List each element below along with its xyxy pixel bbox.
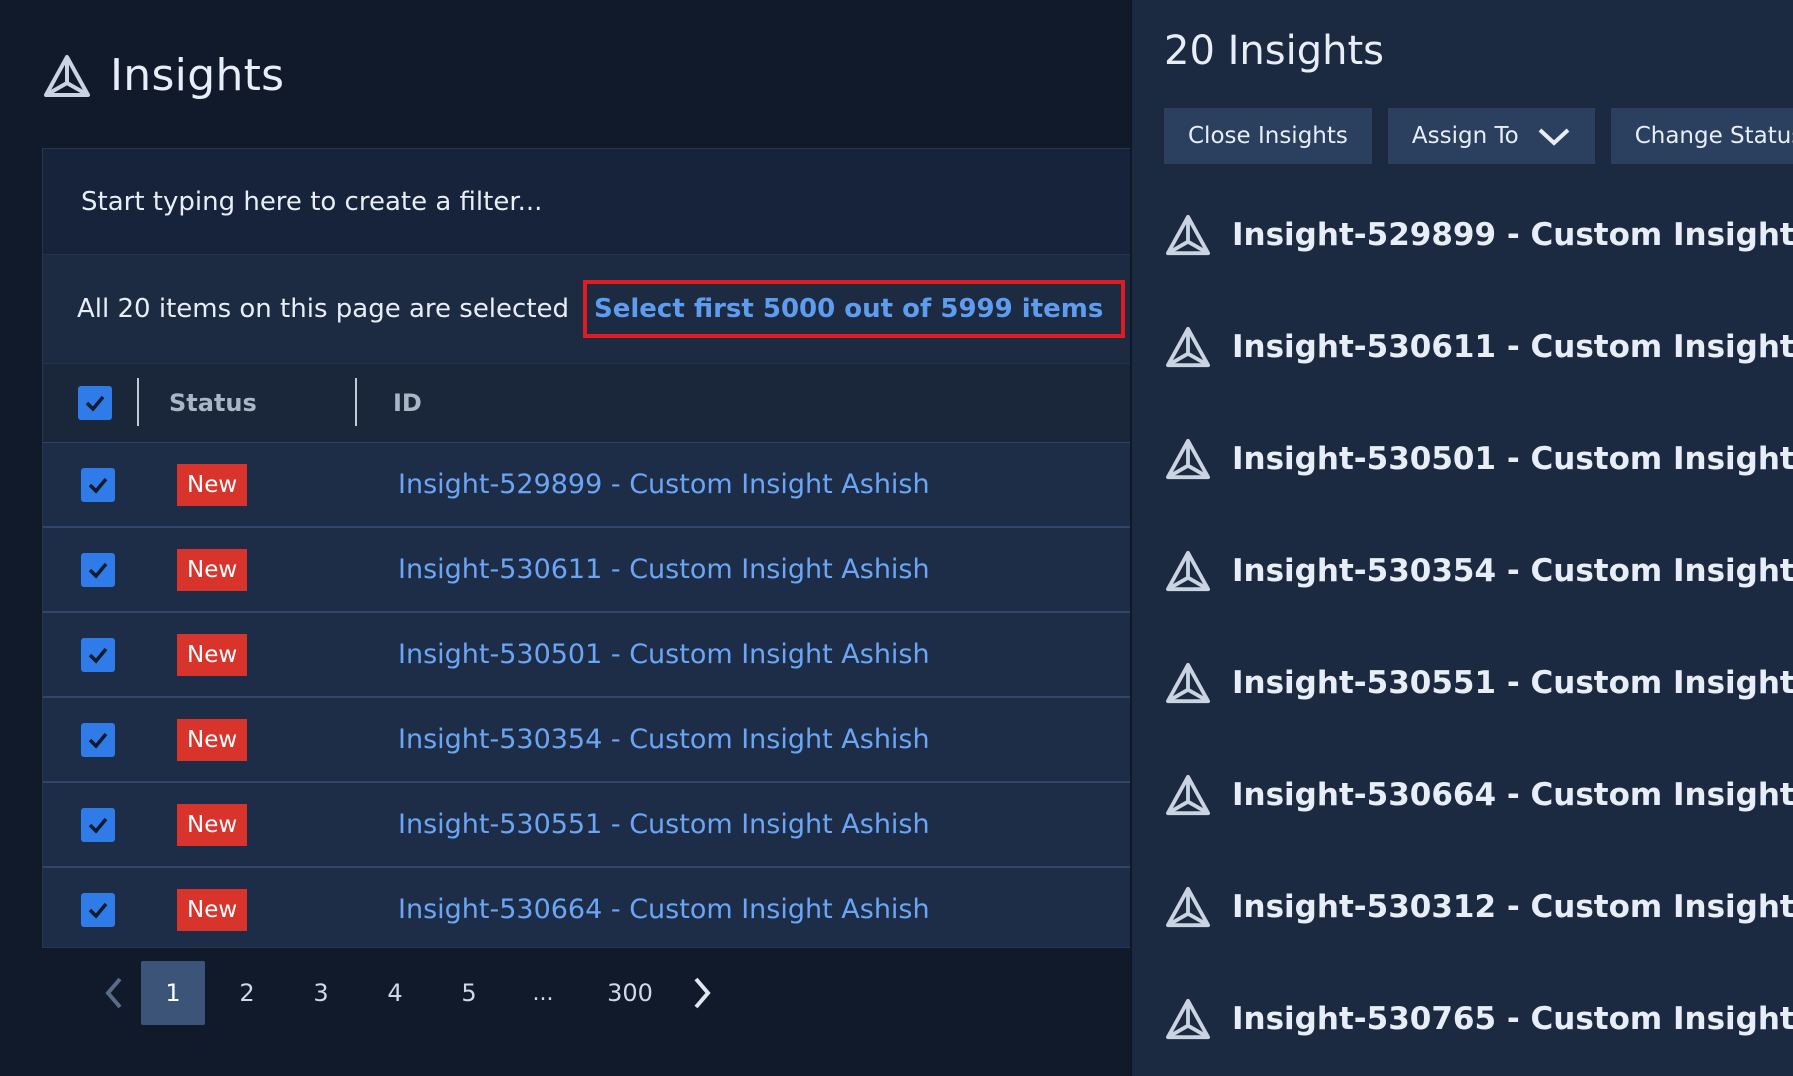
insight-link[interactable]: Insight-529899 - Custom Insight Ashish bbox=[363, 469, 930, 500]
status-badge: New bbox=[177, 718, 248, 761]
insight-triangle-icon bbox=[1164, 765, 1212, 817]
status-badge: New bbox=[177, 633, 248, 676]
table-row[interactable]: New Insight-530664 - Custom Insight Ashi… bbox=[43, 868, 1130, 947]
insight-title: Insight-530765 - Custom Insight Ashish bbox=[1232, 1001, 1793, 1037]
check-icon bbox=[88, 477, 108, 494]
change-status-button[interactable]: Change Status bbox=[1610, 108, 1793, 164]
row-checkbox[interactable] bbox=[81, 637, 115, 672]
selection-status-text: All 20 items on this page are selected bbox=[77, 294, 570, 324]
insight-triangle-icon bbox=[42, 53, 92, 99]
status-badge: New bbox=[177, 803, 248, 846]
chevron-right-icon bbox=[694, 977, 711, 1009]
bulk-action-panel: 20 Insights Close Insights Assign To Cha… bbox=[1130, 0, 1793, 1076]
row-checkbox[interactable] bbox=[81, 552, 115, 587]
table-row[interactable]: New Insight-529899 - Custom Insight Ashi… bbox=[43, 443, 1130, 528]
check-icon bbox=[88, 732, 108, 749]
previous-page-button[interactable] bbox=[92, 960, 136, 1026]
insights-list-pane: Insights Start typing here to create a f… bbox=[0, 0, 1130, 1076]
header-checkbox-cell bbox=[43, 364, 147, 442]
insight-title: Insight-530611 - Custom Insight Ashish bbox=[1232, 329, 1793, 365]
close-insights-label: Close Insights bbox=[1188, 123, 1348, 149]
insights-table-card: Start typing here to create a filter... … bbox=[42, 148, 1130, 948]
list-item: Insight-530664 - Custom Insight Ashish bbox=[1164, 765, 1793, 877]
check-icon bbox=[88, 817, 108, 834]
insight-link[interactable]: Insight-530501 - Custom Insight Ashish bbox=[363, 639, 930, 670]
insight-triangle-icon bbox=[1164, 653, 1212, 705]
table-header: Status ID bbox=[43, 364, 1130, 443]
filter-input[interactable]: Start typing here to create a filter... bbox=[81, 187, 542, 217]
filter-bar[interactable]: Start typing here to create a filter... bbox=[43, 149, 1130, 255]
insight-triangle-icon bbox=[1164, 317, 1212, 369]
list-item: Insight-530312 - Custom Insight Ashish bbox=[1164, 877, 1793, 989]
list-item: Insight-530551 - Custom Insight Ashish bbox=[1164, 653, 1793, 765]
insight-triangle-icon bbox=[1164, 205, 1212, 257]
change-status-label: Change Status bbox=[1634, 123, 1793, 149]
insight-triangle-icon bbox=[1164, 541, 1212, 593]
bulk-action-toolbar: Close Insights Assign To Change Status bbox=[1164, 108, 1793, 164]
insight-title: Insight-530664 - Custom Insight Ashish bbox=[1232, 777, 1793, 813]
next-page-button[interactable] bbox=[680, 960, 724, 1026]
page-title: Insights bbox=[110, 50, 285, 101]
column-header-id[interactable]: ID bbox=[357, 389, 422, 417]
column-header-status-label: Status bbox=[169, 389, 257, 417]
page-button-4[interactable]: 4 bbox=[363, 961, 427, 1025]
check-icon bbox=[85, 395, 105, 412]
pagination-ellipsis: ... bbox=[532, 980, 554, 1006]
selected-insights-list: Insight-529899 - Custom Insight Ashish I… bbox=[1164, 205, 1793, 1076]
insight-triangle-icon bbox=[1164, 877, 1212, 929]
check-icon bbox=[88, 562, 108, 579]
check-icon bbox=[88, 647, 108, 664]
status-badge: New bbox=[177, 463, 248, 506]
list-item: Insight-530765 - Custom Insight Ashish bbox=[1164, 989, 1793, 1076]
select-all-checkbox[interactable] bbox=[78, 386, 112, 420]
column-header-status[interactable]: Status bbox=[147, 364, 357, 442]
row-checkbox[interactable] bbox=[81, 892, 115, 927]
assign-to-button[interactable]: Assign To bbox=[1387, 108, 1595, 164]
pagination: 1 2 3 4 5 ... 300 bbox=[92, 960, 724, 1026]
page-button-2[interactable]: 2 bbox=[215, 961, 279, 1025]
close-insights-button[interactable]: Close Insights bbox=[1164, 108, 1372, 164]
insight-title: Insight-529899 - Custom Insight Ashish bbox=[1232, 217, 1793, 253]
row-checkbox[interactable] bbox=[81, 467, 115, 502]
list-item: Insight-530501 - Custom Insight Ashish bbox=[1164, 429, 1793, 541]
list-item: Insight-529899 - Custom Insight Ashish bbox=[1164, 205, 1793, 317]
select-all-items-link[interactable]: Select first 5000 out of 5999 items bbox=[583, 280, 1126, 338]
insight-title: Insight-530551 - Custom Insight Ashish bbox=[1232, 665, 1793, 701]
insight-title: Insight-530354 - Custom Insight Ashish bbox=[1232, 553, 1793, 589]
table-row[interactable]: New Insight-530611 - Custom Insight Ashi… bbox=[43, 528, 1130, 613]
insight-link[interactable]: Insight-530664 - Custom Insight Ashish bbox=[363, 894, 930, 925]
page-header: Insights bbox=[42, 50, 284, 101]
status-badge: New bbox=[177, 548, 248, 591]
list-item: Insight-530611 - Custom Insight Ashish bbox=[1164, 317, 1793, 429]
insight-title: Insight-530501 - Custom Insight Ashish bbox=[1232, 441, 1793, 477]
list-item: Insight-530354 - Custom Insight Ashish bbox=[1164, 541, 1793, 653]
insight-link[interactable]: Insight-530611 - Custom Insight Ashish bbox=[363, 554, 930, 585]
chevron-left-icon bbox=[105, 977, 122, 1009]
status-badge: New bbox=[177, 888, 248, 931]
insight-link[interactable]: Insight-530354 - Custom Insight Ashish bbox=[363, 724, 930, 755]
row-checkbox[interactable] bbox=[81, 722, 115, 757]
row-checkbox[interactable] bbox=[81, 807, 115, 842]
table-row[interactable]: New Insight-530501 - Custom Insight Ashi… bbox=[43, 613, 1130, 698]
insight-triangle-icon bbox=[1164, 429, 1212, 481]
page-button-3[interactable]: 3 bbox=[289, 961, 353, 1025]
page-button-1[interactable]: 1 bbox=[141, 961, 205, 1025]
chevron-down-icon bbox=[1538, 128, 1570, 146]
check-icon bbox=[88, 902, 108, 919]
assign-to-label: Assign To bbox=[1411, 123, 1519, 149]
selection-bar: All 20 items on this page are selected S… bbox=[43, 255, 1130, 364]
insight-triangle-icon bbox=[1164, 989, 1212, 1041]
panel-title: 20 Insights bbox=[1164, 28, 1384, 74]
page-button-5[interactable]: 5 bbox=[437, 961, 501, 1025]
insight-link[interactable]: Insight-530551 - Custom Insight Ashish bbox=[363, 809, 930, 840]
table-row[interactable]: New Insight-530551 - Custom Insight Ashi… bbox=[43, 783, 1130, 868]
insight-title: Insight-530312 - Custom Insight Ashish bbox=[1232, 889, 1793, 925]
table-row[interactable]: New Insight-530354 - Custom Insight Ashi… bbox=[43, 698, 1130, 783]
page-button-last[interactable]: 300 bbox=[585, 961, 675, 1025]
